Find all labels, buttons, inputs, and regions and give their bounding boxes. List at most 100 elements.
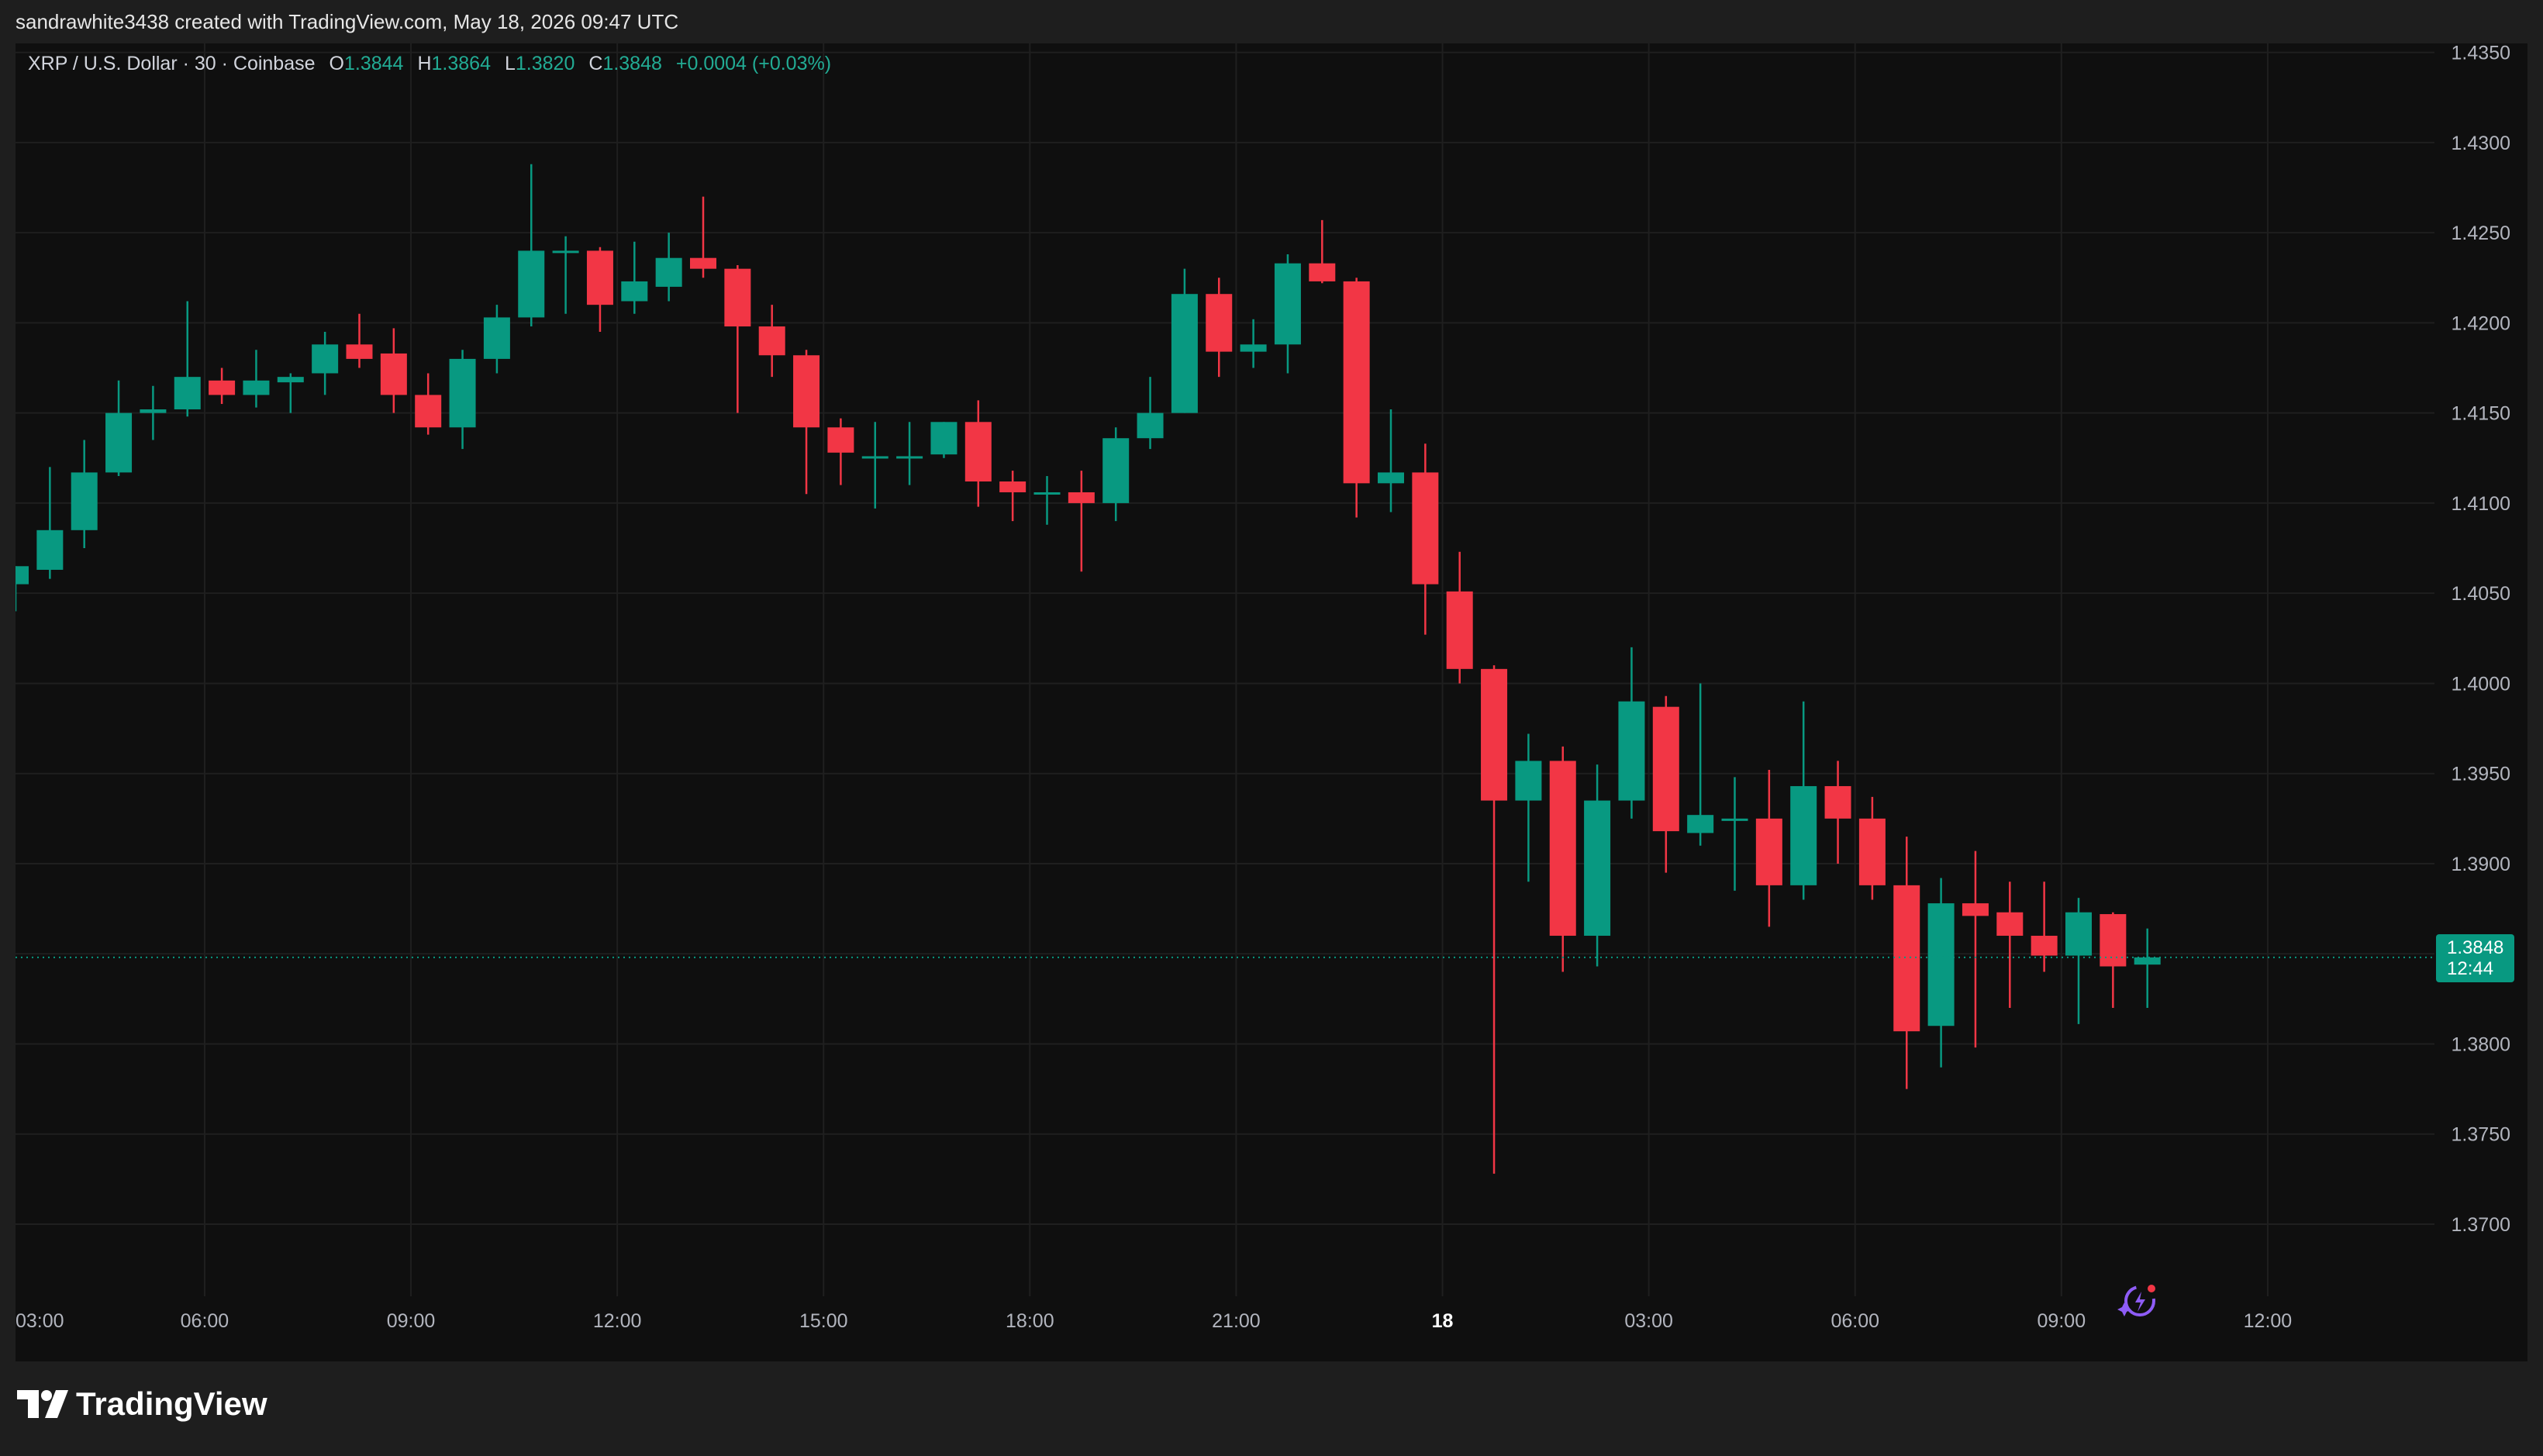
candle[interactable] [1652,695,1679,873]
candle[interactable] [552,236,579,314]
x-tick-label: 12:00 [2244,1310,2293,1332]
candle-body [16,566,29,585]
candle[interactable] [277,373,304,413]
candle[interactable] [71,440,98,549]
tradingview-logo[interactable]: TradingView [17,1385,267,1423]
chart-area[interactable]: 1.4350 1.4300 1.4250 1.4200 1.4150 1.4100 1.40… [16,43,2527,1361]
candle[interactable] [896,422,923,485]
candle-body [1481,668,1508,801]
candle[interactable] [1858,796,1886,900]
candle-body [380,353,407,395]
candle[interactable] [380,328,407,413]
candle[interactable] [1927,878,1955,1068]
y-tick-label: 1.4250 [2452,223,2510,244]
candle[interactable] [1171,268,1198,413]
candle[interactable] [36,467,64,579]
candle[interactable] [1137,377,1164,450]
candle-body [1309,263,1336,281]
candle-body [964,422,992,482]
candle[interactable] [312,332,339,395]
tradingview-logo-text: TradingView [76,1385,267,1422]
candle-body [1068,492,1095,503]
candle[interactable] [758,305,785,378]
candle[interactable] [690,196,716,278]
candle[interactable] [1584,764,1611,967]
candle[interactable] [1687,683,1714,846]
candle-body [1618,701,1645,801]
candle[interactable] [1893,837,1920,1089]
candlestick-chart[interactable]: 1.4350 1.4300 1.4250 1.4200 1.4150 1.4100 1.40… [16,43,2527,1361]
candle-body [71,472,98,530]
candle[interactable] [724,264,751,413]
candle-body [209,380,236,395]
candle[interactable] [2065,898,2092,1024]
candle[interactable] [1481,665,1508,1174]
candle[interactable] [1996,882,2024,1008]
candle[interactable] [1343,278,1370,518]
candle-body [1137,412,1164,439]
candle-body [1378,472,1404,484]
candle[interactable] [1618,647,1645,819]
candle[interactable] [1755,770,1782,927]
candle-body [1412,472,1439,585]
candle[interactable] [346,313,373,368]
candle[interactable] [1962,850,1989,1048]
candle[interactable] [1824,761,1851,864]
candle[interactable] [1378,409,1404,512]
candle[interactable] [827,418,854,485]
candle-body [1790,785,1817,885]
candle[interactable] [621,241,648,314]
candle[interactable] [174,301,201,417]
candle-body [552,250,579,254]
candle[interactable] [930,422,958,458]
candle[interactable] [861,422,888,509]
candle[interactable] [999,471,1027,522]
candle[interactable] [1068,471,1095,572]
candle[interactable] [1412,443,1439,635]
candle-body [1962,903,1989,916]
candle-body [758,326,785,356]
candle[interactable] [1102,427,1130,522]
candle[interactable] [1206,278,1233,378]
candle[interactable] [1721,777,1748,891]
candle-body [586,250,613,305]
candle-body [140,409,167,413]
candle[interactable] [2134,928,2161,1008]
ai-assistant-icon[interactable] [2117,1279,2160,1323]
x-tick-label: 03:00 [1624,1310,1673,1332]
candle-body [174,377,201,410]
candle[interactable] [1515,733,1542,882]
candle[interactable] [209,367,236,405]
candle[interactable] [964,400,992,507]
candle[interactable] [483,305,510,374]
candle-body [1515,761,1542,801]
candle[interactable] [243,350,270,408]
candle[interactable] [1309,219,1336,284]
candle[interactable] [1240,319,1267,368]
chart-credit-bar: sandrawhite3438 created with TradingView… [0,0,2543,43]
candle[interactable] [2031,882,2058,972]
candle[interactable] [1446,551,1473,684]
candle[interactable] [1790,701,1817,900]
candle[interactable] [655,233,682,302]
tradingview-logo-icon [17,1390,68,1418]
y-tick-label: 1.4000 [2452,673,2510,695]
low-label: L [504,53,516,74]
x-tick-label: 18:00 [1006,1310,1054,1332]
candle[interactable] [16,566,29,612]
candle[interactable] [140,385,167,440]
candle[interactable] [1033,476,1061,525]
candle[interactable] [1274,254,1301,374]
candle[interactable] [449,350,476,450]
candle[interactable] [105,380,133,477]
candle-body [1343,281,1370,484]
symbol-info[interactable]: XRP / U.S. Dollar · 30 · Coinbase [28,53,316,75]
candle[interactable] [793,350,820,495]
candle-body [1755,818,1782,885]
candle[interactable] [415,373,442,435]
candle[interactable] [586,247,613,333]
y-tick-label: 1.4200 [2452,312,2510,334]
candle[interactable] [1549,746,1576,972]
candle[interactable] [2100,912,2127,1008]
candle[interactable] [518,164,545,327]
